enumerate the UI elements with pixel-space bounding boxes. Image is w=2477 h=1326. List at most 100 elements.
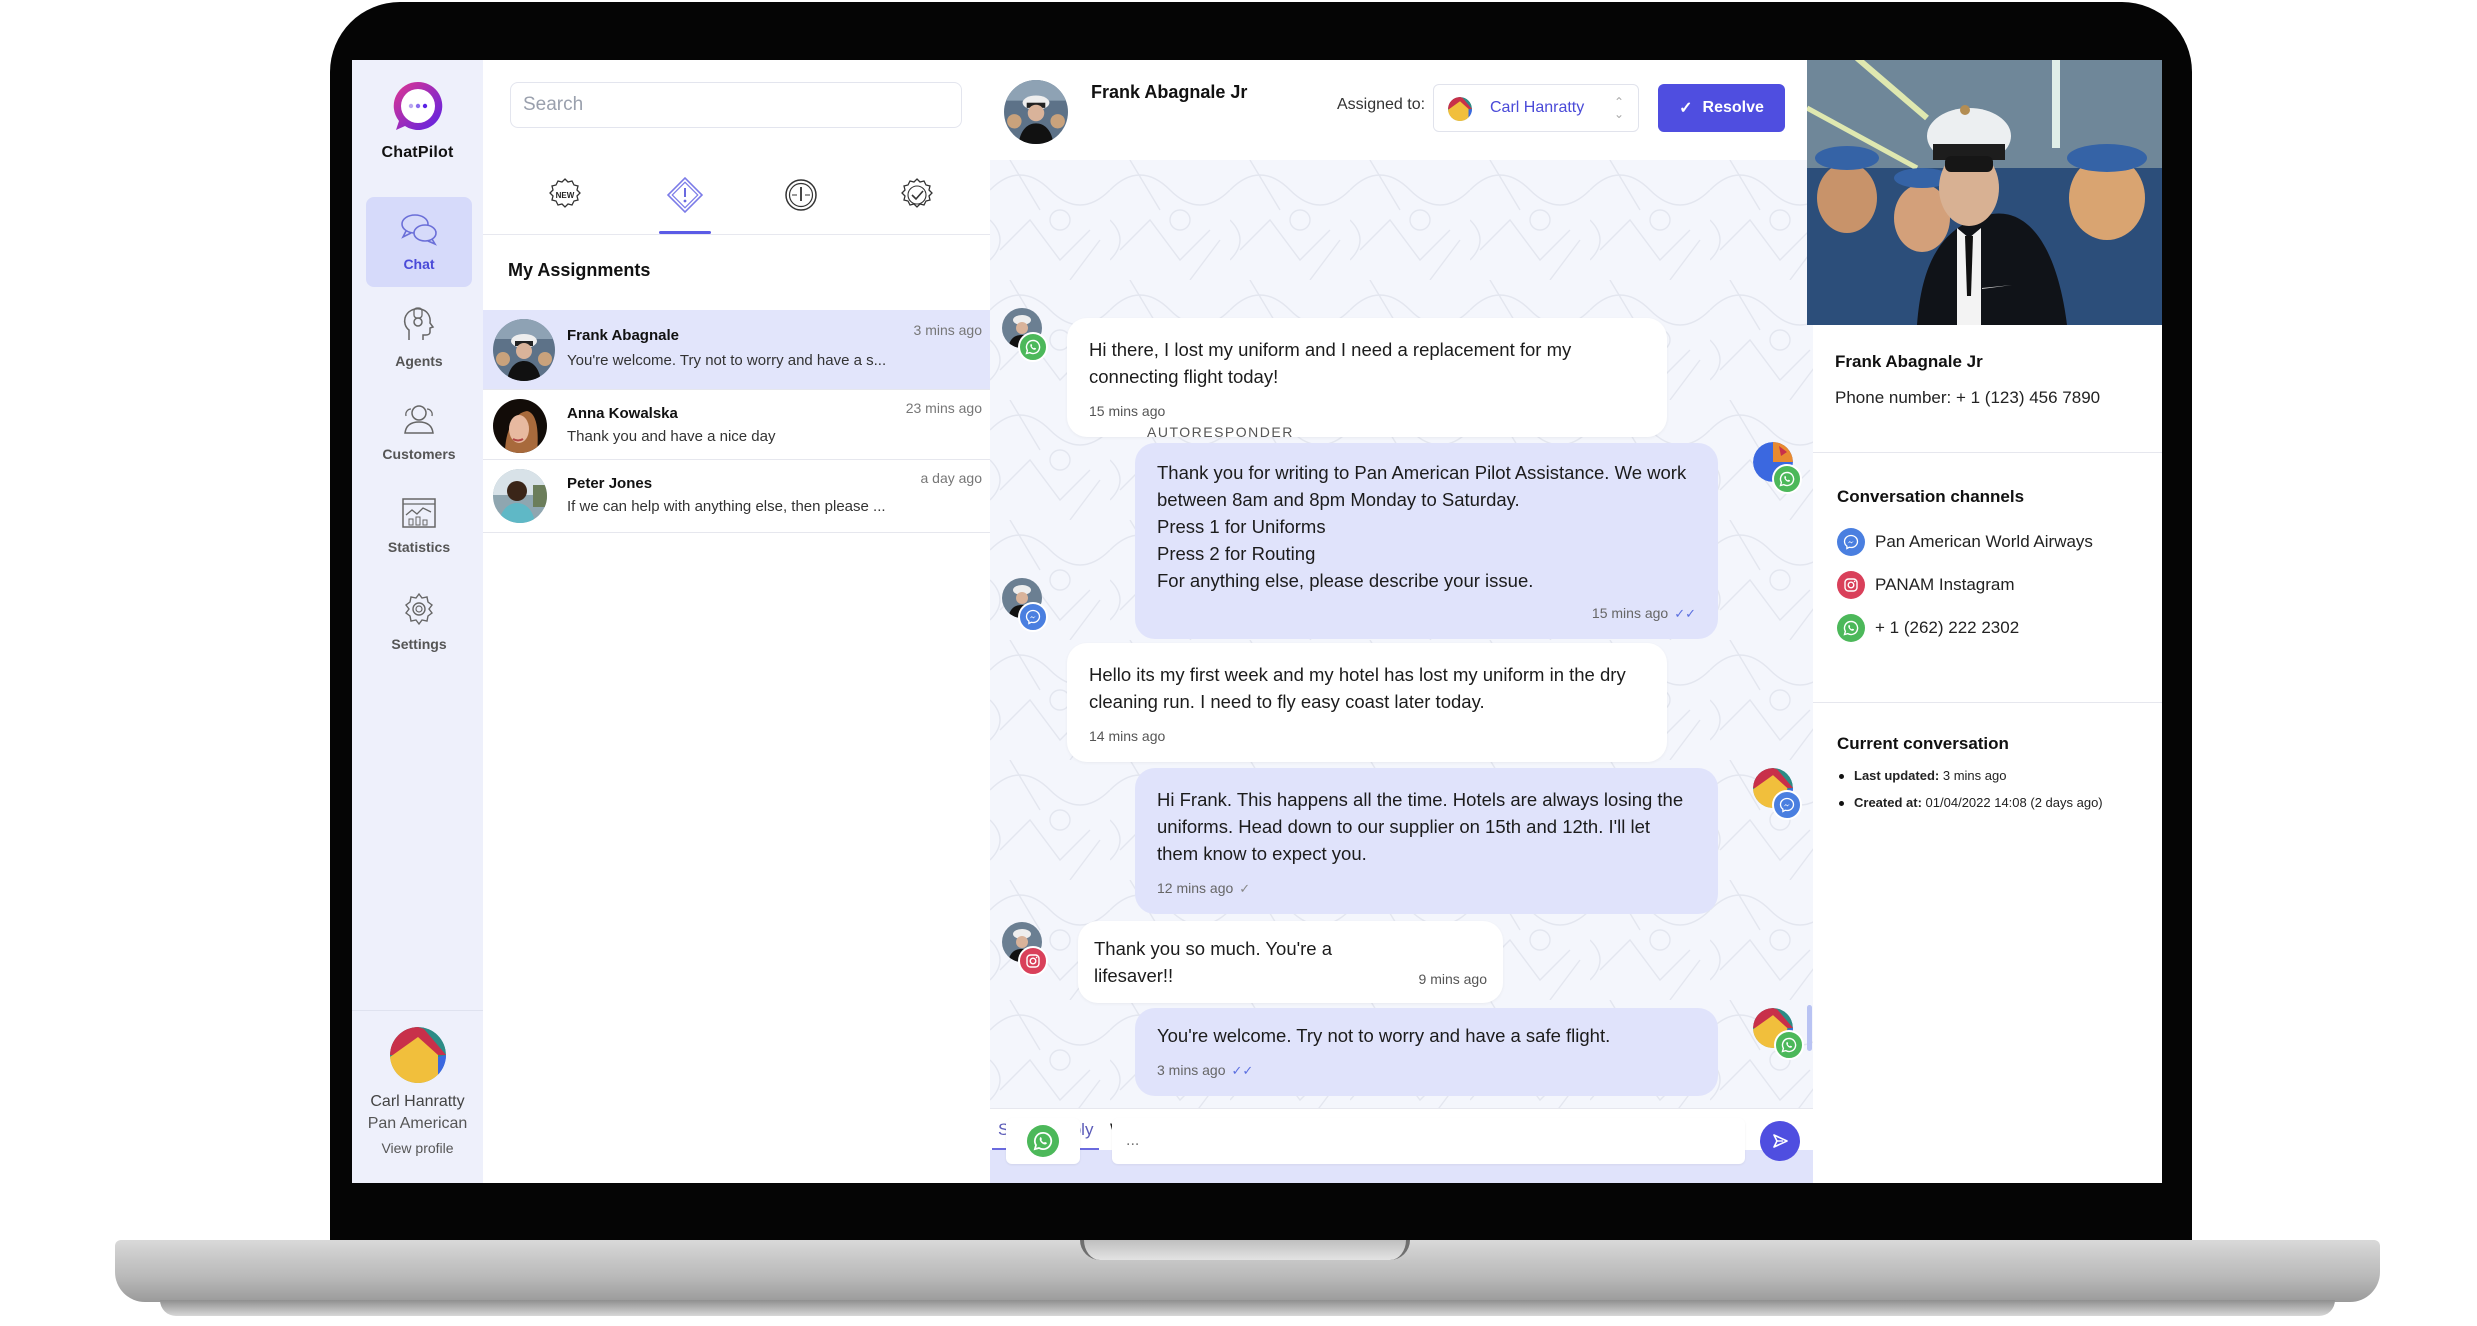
meta-last-updated: Last updated: 3 mins ago (1839, 768, 2006, 783)
panel-divider (1813, 452, 2162, 453)
view-profile-link[interactable]: View profile (352, 1140, 483, 1156)
message-time: 15 mins ago (1591, 605, 1669, 621)
assigned-to-label: Assigned to: (1337, 96, 1426, 113)
read-ticks-icon: ✓✓ (1231, 1063, 1254, 1078)
message-time: 3 mins ago (913, 322, 982, 338)
whatsapp-icon (1774, 1030, 1804, 1060)
statistics-icon (402, 498, 436, 528)
customers-icon (404, 405, 434, 434)
whatsapp-icon (1837, 614, 1865, 642)
message-bubble-outgoing: Hi Frank. This happens all the time. Hot… (1135, 768, 1718, 914)
message-time: 14 mins ago (1089, 728, 1166, 744)
sidebar-item-label: Statistics (387, 539, 451, 555)
contact-avatar (493, 399, 547, 453)
message-line: Press 2 for Routing (1157, 543, 1316, 564)
messenger-icon (1772, 790, 1802, 820)
conversation-item[interactable]: Frank Abagnale You're welcome. Try not t… (483, 310, 990, 390)
laptop-hinge-notch (1080, 1240, 1410, 1260)
message-time: 3 mins ago (1157, 1062, 1226, 1078)
channel-label: PANAM Instagram (1875, 575, 2015, 594)
conversation-list-panel: NEW My Assi (483, 60, 991, 1183)
clock-icon (785, 179, 817, 211)
resolve-button[interactable]: ✓ Resolve (1658, 84, 1785, 132)
agent-avatar[interactable] (390, 1027, 446, 1083)
checkmark-badge-icon (901, 178, 933, 208)
meta-created-at: Created at: 01/04/2022 14:08 (2 days ago… (1839, 795, 2103, 810)
message-text: Hi Frank. This happens all the time. Hot… (1157, 789, 1684, 864)
assignee-avatar (1448, 97, 1472, 121)
sidebar-item-settings[interactable]: Settings (366, 577, 472, 667)
contact-name: Anna Kowalska (567, 405, 678, 422)
channel-selector-button[interactable] (1006, 1118, 1080, 1164)
alert-diamond-icon (666, 176, 704, 214)
message-input[interactable] (1112, 1118, 1745, 1164)
contact-avatar[interactable] (1004, 80, 1068, 144)
panel-divider (1813, 702, 2162, 703)
chevron-updown-icon: ⌃ ⌄ (1613, 95, 1624, 121)
message-time: 12 mins ago (1157, 880, 1234, 896)
contact-name: Frank Abagnale (567, 327, 679, 344)
filter-tab-pending[interactable] (771, 165, 831, 225)
send-button[interactable] (1760, 1121, 1800, 1161)
conversation-item[interactable]: Anna Kowalska Thank you and have a nice … (483, 390, 990, 460)
message-text: Thank you so much. You're a lifesaver!! (1094, 938, 1333, 986)
conversation-item[interactable]: Peter Jones If we can help with anything… (483, 460, 990, 533)
message-meta: 3 mins ago ✓✓ (1157, 1057, 1696, 1084)
message-meta: 15 mins ago ✓✓ (1157, 600, 1696, 627)
list-divider (483, 234, 990, 235)
message-meta: 12 mins ago ✓ (1157, 875, 1696, 902)
sidebar-divider (352, 1010, 483, 1011)
filter-tab-resolved[interactable] (887, 165, 947, 225)
sidebar: ChatPilot Chat Agents Customers Statisti… (352, 60, 484, 1183)
messenger-icon (1837, 528, 1865, 556)
section-title: My Assignments (508, 260, 651, 280)
app-name: ChatPilot (381, 144, 454, 161)
whatsapp-icon (1018, 332, 1048, 362)
message-bubble-incoming: Thank you so much. You're a lifesaver!! … (1078, 921, 1503, 1003)
channel-item[interactable]: Pan American World Airways (1837, 527, 2093, 557)
resolve-label: Resolve (1702, 99, 1764, 116)
sidebar-item-chat[interactable]: Chat (366, 197, 472, 287)
message-time: a day ago (920, 470, 983, 486)
assignee-name: Carl Hanratty (1490, 99, 1585, 116)
sidebar-item-customers[interactable]: Customers (366, 387, 472, 477)
laptop-base-lip (160, 1300, 2335, 1316)
channel-item[interactable]: + 1 (262) 222 2302 (1837, 613, 2019, 643)
message-line: Thank you for writing to Pan American Pi… (1157, 462, 1687, 510)
sidebar-item-label: Customers (382, 446, 456, 462)
svg-text:NEW: NEW (556, 191, 575, 200)
sidebar-item-label: Agents (395, 353, 443, 369)
message-time: 15 mins ago (1089, 403, 1166, 419)
assignee-select[interactable]: Carl Hanratty ⌃ ⌄ (1433, 84, 1639, 132)
filter-tab-new[interactable]: NEW (535, 165, 595, 225)
message-bubble-outgoing: Thank you for writing to Pan American Pi… (1135, 443, 1718, 639)
autoresponder-label: AUTORESPONDER (1147, 424, 1294, 440)
message-bubble-incoming: Hi there, I lost my uniform and I need a… (1067, 318, 1667, 437)
contact-name: Frank Abagnale Jr (1835, 352, 1983, 371)
send-icon (1773, 1134, 1788, 1148)
channel-label: + 1 (262) 222 2302 (1875, 618, 2020, 637)
chat-header: Frank Abagnale Jr Assigned to: Carl Hanr… (990, 60, 1813, 160)
agent-name: Carl Hanratty (370, 1093, 465, 1110)
check-icon: ✓ (1679, 100, 1693, 117)
contact-name: Frank Abagnale Jr (1091, 82, 1248, 102)
channel-item[interactable]: PANAM Instagram (1837, 570, 2015, 600)
new-badge-icon: NEW (549, 178, 581, 208)
sidebar-item-statistics[interactable]: Statistics (366, 482, 472, 572)
chat-scrollbar[interactable] (1807, 1005, 1812, 1051)
filter-tab-open[interactable] (655, 165, 715, 225)
messenger-icon (1018, 602, 1048, 632)
contact-photo (1807, 60, 2162, 325)
sidebar-item-agents[interactable]: Agents (366, 292, 472, 382)
meta-label: Created at: (1854, 795, 1922, 810)
instagram-icon (1837, 571, 1865, 599)
message-preview: If we can help with anything else, then … (567, 498, 886, 515)
whatsapp-icon (1027, 1125, 1059, 1157)
meta-label: Last updated: (1854, 768, 1940, 783)
message-preview: You're welcome. Try not to worry and hav… (567, 352, 887, 369)
agent-headset-icon (403, 307, 435, 340)
chat-bubbles-icon (401, 214, 437, 246)
channels-title: Conversation channels (1837, 487, 2025, 506)
search-input[interactable] (510, 82, 962, 128)
contact-panel: Frank Abagnale Jr Phone number: + 1 (123… (1807, 60, 2162, 1183)
